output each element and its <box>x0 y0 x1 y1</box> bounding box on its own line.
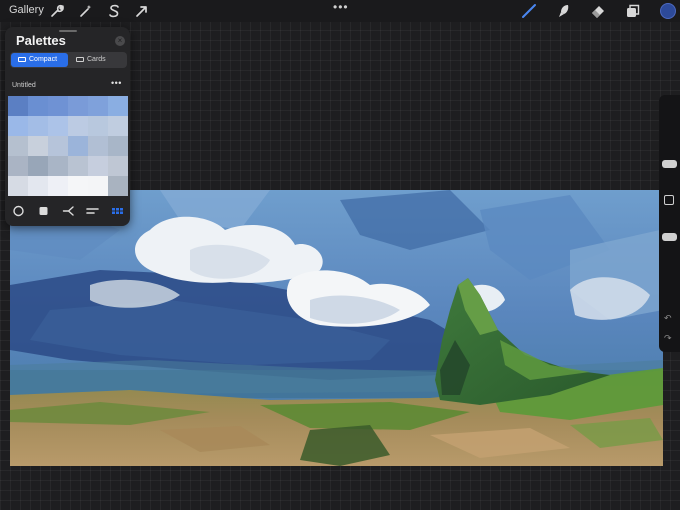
color-swatch[interactable] <box>8 116 28 136</box>
color-swatch[interactable] <box>48 96 68 116</box>
color-swatch[interactable] <box>8 156 28 176</box>
more-options-icon[interactable]: ••• <box>333 0 349 14</box>
palette-more-icon[interactable]: ••• <box>111 78 122 88</box>
color-swatch[interactable] <box>88 136 108 156</box>
color-swatch[interactable] <box>108 156 128 176</box>
harmony-icon[interactable] <box>62 205 75 217</box>
color-picker-button[interactable] <box>660 3 676 19</box>
color-swatch[interactable] <box>88 116 108 136</box>
right-sidebar: ↶ ↷ <box>659 95 680 352</box>
color-swatch[interactable] <box>48 116 68 136</box>
color-swatch[interactable] <box>108 96 128 116</box>
panel-title: Palettes <box>16 33 66 48</box>
color-swatch[interactable] <box>68 156 88 176</box>
brush-size-slider[interactable] <box>662 160 677 168</box>
tab-compact-label: Compact <box>29 56 58 63</box>
color-mode-bar <box>5 199 130 223</box>
color-swatch[interactable] <box>28 156 48 176</box>
color-swatch[interactable] <box>48 176 68 196</box>
value-icon[interactable] <box>86 205 99 217</box>
disc-icon[interactable] <box>12 205 25 217</box>
modify-button[interactable] <box>664 195 674 205</box>
panel-grabber[interactable] <box>59 30 77 32</box>
palettes-grid-icon[interactable] <box>111 205 124 217</box>
color-swatch-grid <box>8 96 128 196</box>
color-swatch[interactable] <box>108 116 128 136</box>
color-swatch[interactable] <box>68 176 88 196</box>
color-swatch[interactable] <box>108 176 128 196</box>
brush-icon[interactable] <box>521 3 537 19</box>
tab-cards[interactable]: Cards <box>69 53 126 67</box>
top-toolbar: Gallery ••• <box>0 0 680 22</box>
color-swatch[interactable] <box>68 116 88 136</box>
tab-cards-label: Cards <box>87 56 106 63</box>
transform-arrow-icon[interactable] <box>134 3 150 19</box>
tab-compact[interactable]: Compact <box>11 53 68 67</box>
color-swatch[interactable] <box>48 156 68 176</box>
classic-icon[interactable] <box>37 205 50 217</box>
landscape-painting <box>10 190 663 466</box>
eraser-icon[interactable] <box>590 3 606 19</box>
undo-icon[interactable]: ↶ <box>664 313 672 324</box>
palettes-panel: Palettes × Compact Cards Untitled ••• <box>5 27 130 226</box>
color-swatch[interactable] <box>8 176 28 196</box>
selection-s-icon[interactable] <box>106 3 122 19</box>
canvas-artwork[interactable] <box>10 190 663 466</box>
color-swatch[interactable] <box>8 96 28 116</box>
redo-icon[interactable]: ↷ <box>664 333 672 344</box>
palette-name: Untitled <box>12 82 36 89</box>
color-swatch[interactable] <box>88 96 108 116</box>
close-icon[interactable]: × <box>115 36 125 46</box>
cards-icon <box>76 57 84 62</box>
color-swatch[interactable] <box>88 176 108 196</box>
color-swatch[interactable] <box>48 136 68 156</box>
color-swatch[interactable] <box>28 176 48 196</box>
color-swatch[interactable] <box>68 96 88 116</box>
layers-icon[interactable] <box>625 3 641 19</box>
compact-icon <box>18 57 26 62</box>
wrench-icon[interactable] <box>49 3 65 19</box>
gallery-button[interactable]: Gallery <box>9 4 44 16</box>
color-swatch[interactable] <box>28 136 48 156</box>
smudge-icon[interactable] <box>555 3 571 19</box>
color-swatch[interactable] <box>88 156 108 176</box>
color-swatch[interactable] <box>28 96 48 116</box>
color-swatch[interactable] <box>108 136 128 156</box>
color-swatch[interactable] <box>28 116 48 136</box>
magic-wand-icon[interactable] <box>78 3 94 19</box>
color-swatch[interactable] <box>68 136 88 156</box>
view-mode-segmented-control: Compact Cards <box>10 52 127 68</box>
opacity-slider[interactable] <box>662 233 677 241</box>
color-swatch[interactable] <box>8 136 28 156</box>
